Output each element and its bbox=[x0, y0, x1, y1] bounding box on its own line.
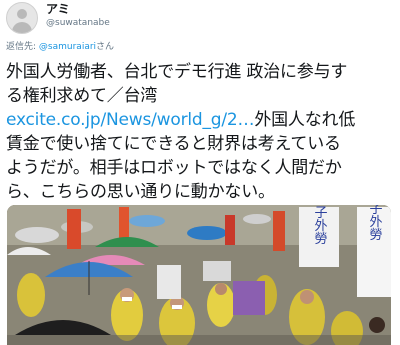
avatar[interactable] bbox=[6, 2, 38, 34]
news-link[interactable]: excite.co.jp/News/world_g/2… bbox=[6, 110, 255, 130]
avatar-body-shape bbox=[12, 22, 32, 33]
user-handle[interactable]: @suwatanabe bbox=[46, 18, 110, 29]
tweet-text-line-6: ら、こちらの思い通りに動かない。 bbox=[6, 182, 275, 202]
placard-text-2: 子外勞 bbox=[367, 205, 383, 241]
tweet-text-line-1: 外国人労働者、台北でデモ行進 政治に参与す bbox=[6, 62, 348, 82]
avatar-head-shape bbox=[17, 9, 27, 19]
tweet-text-line-5: ようだが。相手はロボットではなく人間だか bbox=[6, 158, 342, 178]
placard-text-1: 子外勞 bbox=[312, 206, 328, 245]
display-name[interactable]: アミ bbox=[46, 2, 70, 16]
tweet-card: アミ @suwatanabe 返信先: @samuraiariさん 外国人労働者… bbox=[0, 0, 400, 345]
reply-to-line: 返信先: @samuraiariさん bbox=[6, 42, 114, 53]
tweet-text-line-4: 賃金で使い捨てにできると財界は考えている bbox=[6, 134, 341, 154]
tweet-text-line-3: excite.co.jp/News/world_g/2…外国人なれ低 bbox=[6, 108, 398, 132]
tweet-photo[interactable]: 子外勞 子外勞 bbox=[7, 205, 391, 345]
reply-prefix: 返信先: bbox=[6, 42, 37, 52]
tweet-text-after-link: 外国人なれ低 bbox=[254, 110, 356, 130]
tweet-text: 外国人労働者、台北でデモ行進 政治に参与す る権利求めて／台湾 excite.c… bbox=[6, 60, 398, 204]
tweet-text-line-2: る権利求めて／台湾 bbox=[6, 86, 158, 106]
reply-suffix: さん bbox=[96, 42, 115, 52]
protest-photo-illustration: 子外勞 子外勞 bbox=[7, 205, 391, 345]
reply-handle-link[interactable]: @samuraiari bbox=[39, 42, 96, 52]
